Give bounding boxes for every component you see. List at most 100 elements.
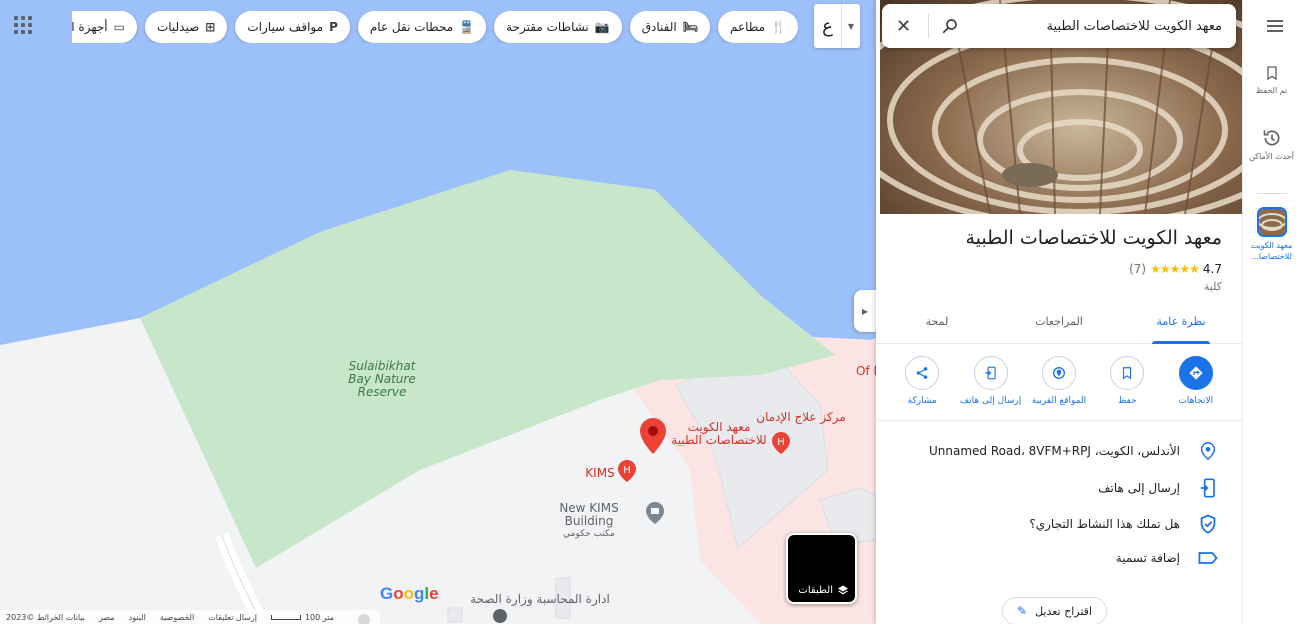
review-count[interactable]: (7) [1129,262,1146,276]
category-chips: 🍴 مطاعم 🛏 الفنادق 📷 نشاطات مقترحة 🚆 محطات نق… [72,11,798,43]
chip-transit[interactable]: 🚆 محطات نقل عام [357,11,487,43]
search-input[interactable]: معهد الكويت للاختصاصات الطبية [971,19,1223,34]
train-icon: 🚆 [459,20,475,34]
chip-restaurants[interactable]: 🍴 مطاعم [717,11,798,43]
directions-button[interactable]: الاتجاهات [1164,356,1228,420]
label-icon [1198,552,1218,564]
parking-icon: P [329,20,338,34]
svg-text:H: H [623,465,631,476]
history-icon [1263,130,1279,146]
rail-item-active-place[interactable]: معهد الكويت للاختصاصا... [1243,207,1299,262]
addiction-center-label[interactable]: مركز علاج الإدمان [756,411,846,424]
location-pin-icon [1201,442,1215,460]
address-row[interactable]: الأندلس، الكويت، Unnamed Road، 8VFM+RPJ [892,442,1222,460]
chip-parking[interactable]: P مواقف سيارات [235,11,350,43]
rail-item-saved[interactable]: تم الحفظ [1243,64,1299,95]
scale-label: 100 متر [304,612,334,622]
chip-label: مطاعم [729,20,766,34]
map-footer: بيانات الخرائط ©2023 مصر البنود الخصوصية… [0,610,380,624]
language-letter[interactable]: ع [814,4,842,48]
new-kims-name: New KIMS Building [559,501,619,528]
share-icon [916,367,928,379]
chevron-down-icon[interactable]: ▼ [842,4,860,48]
claim-business-row[interactable]: هل تملك هذا النشاط التجاري؟ [892,514,1222,534]
action-label: حفظ [1118,396,1137,406]
chip-things-to-do[interactable]: 📷 نشاطات مقترحة [494,11,622,43]
search-box[interactable]: ✕ معهد الكويت للاختصاصات الطبية [882,4,1236,48]
send-to-phone-row[interactable]: إرسال إلى هاتف [892,478,1222,498]
reserve-label[interactable]: Sulaibikhat Bay Nature Reserve [340,360,424,399]
map-country[interactable]: مصر [99,613,115,622]
tab-about[interactable]: لمحة [876,302,998,343]
government-pin-icon[interactable] [646,502,664,524]
search-divider [928,14,929,38]
section-divider [876,420,1242,421]
add-label-row[interactable]: إضافة تسمية [892,551,1222,565]
terms-link[interactable]: البنود [129,613,146,622]
menu-icon[interactable] [1267,20,1283,35]
gov-office-type: مكتب حكومي [563,529,615,539]
action-label: الاتجاهات [1178,396,1214,406]
scale-bar[interactable]: 100 متر [270,612,334,622]
feedback-link[interactable]: إرسال تعليقات [208,613,257,622]
close-icon[interactable]: ✕ [896,16,916,37]
selected-place-label[interactable]: معهد الكويت للاختصاصات الطبية [664,421,774,447]
action-buttons: الاتجاهات حفظ المواقع القريبة إرسال إلى … [876,356,1242,420]
layers-label: الطبقات [798,584,833,596]
hotel-icon: 🛏 [682,20,698,34]
rail-label: تم الحفظ [1255,86,1288,95]
tab-reviews[interactable]: المراجعات [998,302,1120,343]
tab-overview[interactable]: نظرة عامة [1120,302,1242,344]
chip-label: مواقف سيارات [247,20,324,34]
place-category[interactable]: كلية [1204,280,1222,293]
map-canvas[interactable]: 🍴 مطاعم 🛏 الفنادق 📷 نشاطات مقترحة 🚆 محطات نق… [0,0,876,624]
send-to-phone-text: إرسال إلى هاتف [1098,481,1180,495]
chip-label: محطات نقل عام [369,20,454,34]
selected-place-pin-icon[interactable] [640,418,666,454]
nearby-icon [1052,367,1065,379]
action-label: إرسال إلى هاتف [959,396,1022,406]
chip-label: نشاطات مقترحة [506,20,589,34]
place-label-line: للاختصاصات الطبية [671,433,767,447]
chip-label: أجهزة الصراف الآلي [72,20,108,34]
accounting-dept-label[interactable]: ادارة المحاسبة وزارة الصحة [470,593,610,606]
address-text: الأندلس، الكويت، Unnamed Road، 8VFM+RPJ [928,444,1180,458]
map-terrain [0,170,876,624]
camera-icon: 📷 [594,20,610,34]
action-label: مشاركة [907,396,937,406]
send-to-phone-icon [1200,478,1215,498]
bookmark-icon [1266,66,1277,81]
layers-button[interactable]: الطبقات [786,533,857,604]
place-tabs: نظرة عامة المراجعات لمحة [876,302,1242,344]
rail-label: أحدث الأماكن [1249,152,1294,161]
chip-hotels[interactable]: 🛏 الفنادق [629,11,710,43]
rating-row[interactable]: 4.7 ★★★★★ (7) [1129,262,1222,276]
suggest-edit-button[interactable]: اقتراح تعديل ✎ [1002,597,1107,624]
chip-label: الفنادق [641,20,677,34]
nearby-button[interactable]: المواقع القريبة [1027,356,1091,420]
send-to-phone-button[interactable]: إرسال إلى هاتف [959,356,1023,420]
search-icon[interactable] [941,17,959,35]
save-button[interactable]: حفظ [1095,356,1159,420]
privacy-link[interactable]: الخصوصية [160,613,194,622]
chip-label: صيدليات [156,20,200,34]
apps-grid-icon[interactable] [14,16,32,34]
chip-atms[interactable]: ▭ أجهزة الصراف الآلي [72,11,137,43]
cut-map-label[interactable]: Of M [856,365,876,378]
input-tools-button[interactable]: ع ▼ [814,4,860,48]
place-thumbnail [1256,207,1287,237]
add-label-text: إضافة تسمية [1115,551,1180,565]
hospital-pin-icon[interactable]: H [618,460,636,482]
place-title: معهد الكويت للاختصاصات الطبية [965,227,1223,249]
rating-stars-icon: ★★★★★ [1150,262,1200,276]
kims-label[interactable]: KIMS [583,467,617,480]
collapse-panel-button[interactable]: ▶ [854,290,876,332]
hospital-pin-icon[interactable]: H [772,432,790,454]
layers-icon [838,585,848,595]
rail-active-label: معهد الكويت للاختصاصا... [1250,241,1293,261]
share-button[interactable]: مشاركة [890,356,954,420]
reserve-label-line: Reserve [357,385,407,399]
new-kims-label[interactable]: New KIMS Building مكتب حكومي [534,502,644,541]
chip-pharmacies[interactable]: ⊞ صيدليات [144,11,228,43]
rail-item-recent[interactable]: أحدث الأماكن [1243,128,1299,161]
